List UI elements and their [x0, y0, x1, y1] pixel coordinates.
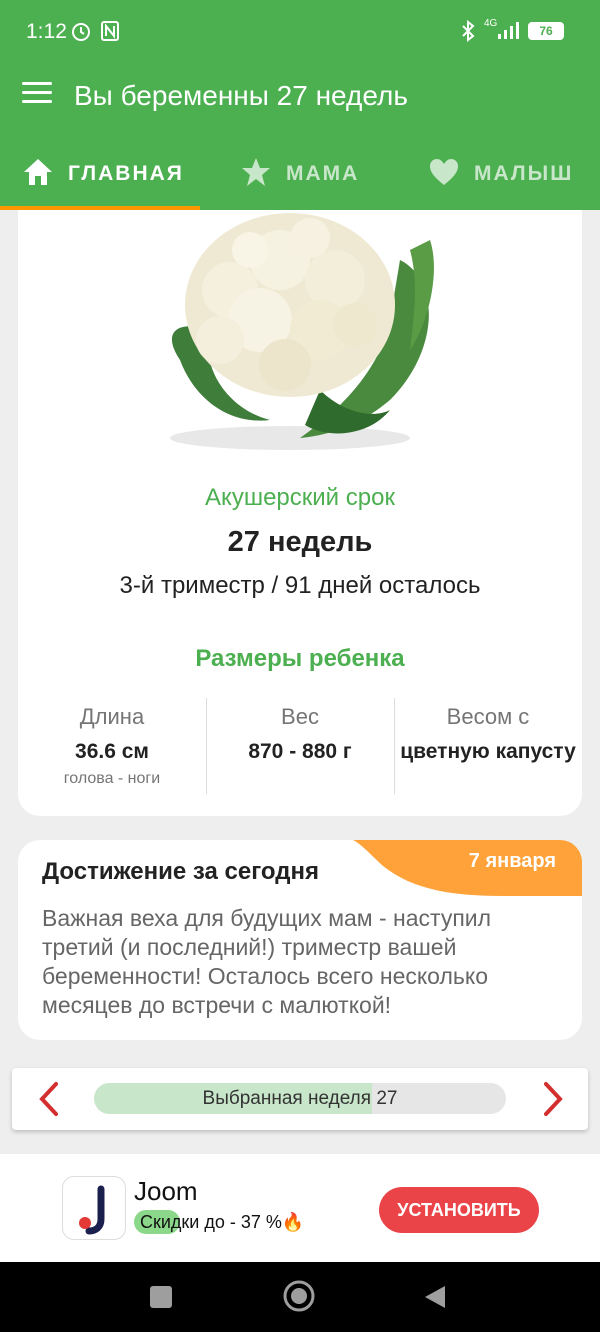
- tab-home[interactable]: ГЛАВНАЯ: [22, 156, 184, 210]
- system-nav-bar: [0, 1262, 600, 1332]
- bluetooth-icon: [462, 20, 475, 42]
- joom-logo-icon: [62, 1176, 126, 1240]
- weeks-value: 27 недель: [227, 526, 373, 558]
- ad-app-name: Joom: [134, 1176, 198, 1206]
- ad-subtitle: Скидки до - 37 %🔥: [140, 1212, 305, 1232]
- weight-value: 870 - 880 г: [248, 740, 352, 763]
- weight-label: Вес: [281, 704, 319, 729]
- alarm-icon: [72, 23, 90, 41]
- week-progress-bar: Выбранная неделя 27: [94, 1083, 506, 1114]
- nfc-icon: [101, 21, 119, 41]
- achievement-card: 7 января Достижение за сегодня Важная ве…: [18, 840, 582, 1040]
- menu-icon[interactable]: [22, 82, 52, 106]
- achievement-text: Важная веха для будущих мам - наступил т…: [42, 905, 492, 1018]
- baby-sizes-title: Размеры ребенка: [195, 645, 405, 672]
- trimester-info: 3-й триместр / 91 дней осталось: [119, 572, 481, 599]
- achievement-date: 7 января: [468, 850, 556, 872]
- tab-mama[interactable]: МАМА: [240, 156, 359, 210]
- chevron-left-icon[interactable]: [32, 1080, 68, 1118]
- selected-week-label: Выбранная неделя 27: [202, 1088, 398, 1109]
- battery-level: 76: [539, 24, 553, 38]
- recent-apps-icon[interactable]: [149, 1285, 173, 1309]
- status-bar: 1:12 4G 76: [0, 0, 600, 52]
- length-label: Длина: [79, 704, 145, 729]
- comparison-value: цветную капусту: [400, 740, 576, 763]
- status-time: 1:12: [26, 20, 67, 43]
- length-value: 36.6 см: [75, 740, 149, 763]
- obstetric-term-label: Акушерский срок: [205, 484, 395, 511]
- achievement-title: Достижение за сегодня: [42, 858, 319, 885]
- signal-icon: [498, 22, 519, 39]
- tab-mama-label: МАМА: [286, 162, 360, 185]
- home-nav-icon[interactable]: [282, 1279, 316, 1313]
- weight-stat: Вес 870 - 880 г: [206, 700, 394, 764]
- tab-baby-label: МАЛЫШ: [474, 162, 574, 185]
- cauliflower-image: [170, 213, 434, 450]
- length-sub: голова - ноги: [63, 770, 161, 787]
- app-title: Вы беременны 27 недель: [74, 80, 408, 111]
- battery-icon: 76: [528, 22, 564, 40]
- week-selector: Выбранная неделя 27: [12, 1068, 588, 1130]
- ad-banner[interactable]: Joom Скидки до - 37 %🔥 УСТАНОВИТЬ: [0, 1154, 600, 1262]
- chevron-right-icon[interactable]: [534, 1080, 570, 1118]
- comparison-label: Весом с: [446, 704, 530, 729]
- back-nav-icon[interactable]: [423, 1284, 447, 1310]
- home-icon: [24, 159, 52, 185]
- heart-icon: [430, 159, 458, 185]
- tab-home-label: ГЛАВНАЯ: [68, 162, 184, 185]
- comparison-stat: Весом с цветную капусту: [394, 700, 582, 764]
- tab-baby[interactable]: МАЛЫШ: [428, 156, 573, 210]
- star-icon: [242, 158, 270, 186]
- install-button[interactable]: УСТАНОВИТЬ: [379, 1187, 539, 1233]
- length-stat: Длина 36.6 см голова - ноги: [18, 700, 206, 788]
